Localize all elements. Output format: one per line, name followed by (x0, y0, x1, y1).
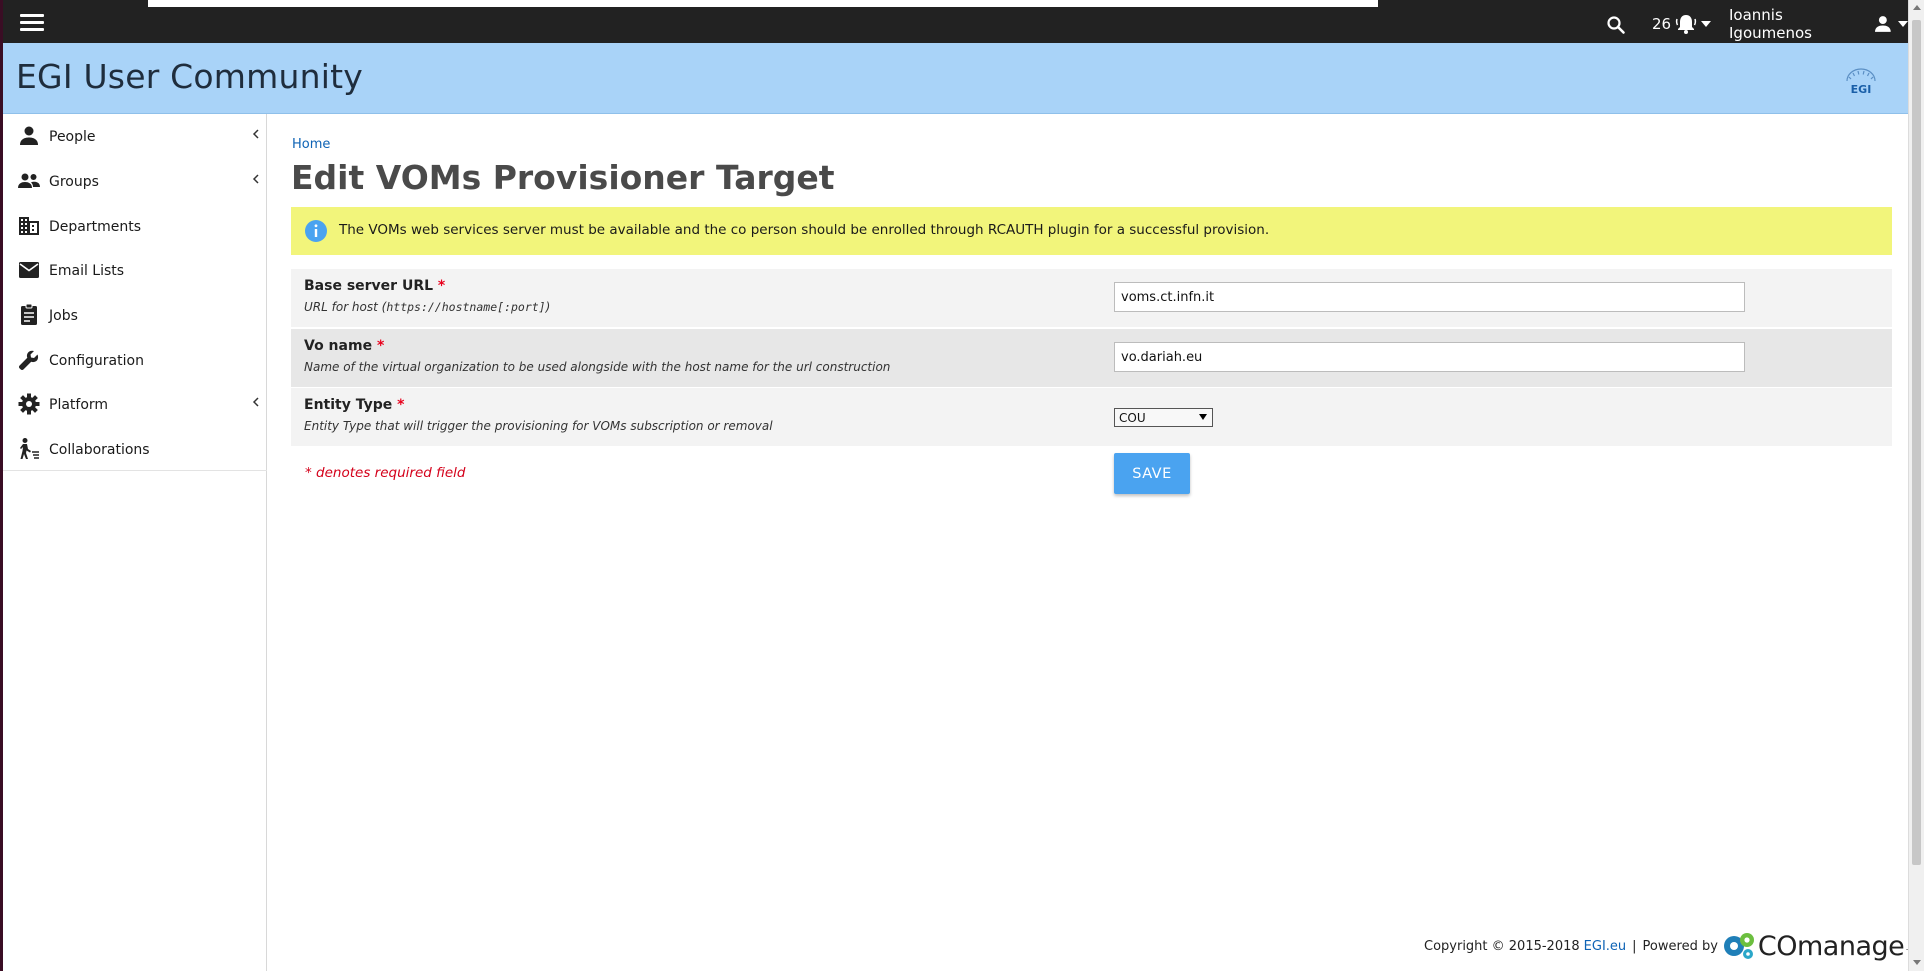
scroll-up-icon[interactable] (1913, 5, 1921, 10)
sidebar-item-label: Platform (49, 396, 109, 413)
dropdown-arrow-icon (1199, 414, 1207, 420)
chevron-left-icon[interactable] (251, 397, 261, 407)
field-label: Entity Type * (304, 397, 405, 413)
breadcrumb-home[interactable]: Home (292, 137, 330, 152)
page-title: Edit VOMs Provisioner Target (291, 158, 835, 197)
gear-icon (18, 393, 40, 415)
scroll-down-icon[interactable] (1913, 960, 1921, 965)
user-menu[interactable]: Ioannis Igoumenos (1729, 6, 1908, 42)
chevron-down-icon (1701, 21, 1712, 27)
egi-logo[interactable]: EGI (1841, 67, 1881, 97)
sidebar-item-label: Departments (49, 218, 142, 235)
footer-separator: | (1632, 938, 1637, 954)
building-icon (19, 217, 39, 235)
scrollbar-thumb[interactable] (1912, 20, 1921, 865)
sidebar-item-departments[interactable]: Departments (3, 204, 267, 249)
top-strip (148, 0, 1378, 7)
required-marker: * (376, 338, 385, 354)
selected-value: COU (1119, 410, 1146, 425)
collaboration-icon (20, 438, 39, 459)
sidebar-item-label: Jobs (49, 307, 78, 324)
groups-icon (18, 173, 40, 188)
info-text: The VOMs web services server must be ava… (339, 222, 1270, 238)
info-notice: The VOMs web services server must be ava… (291, 207, 1892, 255)
sidebar-item-jobs[interactable]: Jobs (3, 293, 267, 338)
field-row-entity-type: Entity Type * Entity Type that will trig… (291, 388, 1892, 446)
required-field-note: * denotes required field (305, 465, 466, 481)
field-description: Name of the virtual organization to be u… (304, 360, 891, 374)
copyright-text: Copyright © 2015-2018 (1424, 938, 1580, 954)
svg-text:EGI: EGI (1851, 83, 1872, 96)
powered-by-text: Powered by (1642, 938, 1718, 954)
clipboard-icon (21, 303, 37, 325)
sidebar-item-platform[interactable]: Platform (3, 382, 267, 427)
required-marker: * (397, 397, 405, 413)
sidebar-item-collaborations[interactable]: Collaborations (3, 427, 267, 472)
footer: Copyright © 2015-2018 EGI.eu | Powered b… (1424, 926, 1908, 966)
sidebar-nav: People Groups Departments Email Lists Jo… (3, 114, 267, 971)
sidebar-item-email-lists[interactable]: Email Lists (3, 248, 267, 293)
sidebar-item-people[interactable]: People (3, 114, 267, 159)
chevron-left-icon[interactable] (251, 174, 261, 184)
field-description: Entity Type that will trigger the provis… (304, 419, 773, 433)
user-icon (1875, 16, 1892, 32)
base-url-input[interactable] (1114, 282, 1745, 312)
person-icon (20, 126, 38, 145)
field-label: Vo name * (304, 338, 385, 354)
comanage-logo[interactable]: COmanage TM (1722, 931, 1908, 962)
comanage-text: COmanage (1757, 930, 1905, 962)
egi-link[interactable]: EGI.eu (1584, 939, 1627, 954)
main-content: Home Edit VOMs Provisioner Target The VO… (267, 114, 1908, 971)
sidebar-item-label: Collaborations (49, 441, 150, 458)
chevron-left-icon[interactable] (251, 129, 261, 139)
field-row-base-url: Base server URL * URL for host (https://… (291, 269, 1892, 327)
required-marker: * (437, 278, 446, 294)
sidebar-divider (3, 470, 267, 471)
sidebar-item-label: Configuration (49, 352, 144, 369)
envelope-icon (19, 262, 39, 278)
sidebar-item-label: People (49, 128, 96, 145)
site-header: EGI User Community EGI (3, 43, 1908, 114)
hamburger-menu-icon[interactable] (20, 14, 44, 32)
bell-icon (1675, 15, 1697, 34)
chevron-down-icon (1898, 21, 1908, 27)
field-description: URL for host (https://hostname[:port]) (304, 300, 551, 314)
info-icon (305, 220, 327, 242)
comanage-gears-icon (1723, 933, 1754, 959)
field-row-vo-name: Vo name * Name of the virtual organizati… (291, 329, 1892, 387)
vertical-scrollbar[interactable] (1908, 0, 1924, 971)
entity-type-select[interactable]: COU (1114, 408, 1213, 427)
sidebar-item-groups[interactable]: Groups (3, 159, 267, 204)
browser-page: 26 Ioannis Igoumenos EGI User Community (3, 0, 1908, 971)
vo-name-input[interactable] (1114, 342, 1745, 372)
notification-count: 26 (1652, 15, 1672, 33)
top-bar: 26 Ioannis Igoumenos (3, 0, 1908, 43)
sidebar-item-label: Groups (49, 173, 99, 190)
save-button[interactable]: SAVE (1114, 453, 1190, 494)
site-title[interactable]: EGI User Community (16, 57, 363, 96)
notifications-button[interactable]: 26 (1652, 13, 1712, 35)
sidebar-item-configuration[interactable]: Configuration (3, 338, 267, 383)
wrench-icon (18, 350, 39, 371)
user-name: Ioannis Igoumenos (1729, 6, 1812, 42)
field-label: Base server URL * (304, 278, 446, 294)
sidebar-item-label: Email Lists (49, 262, 125, 279)
search-icon[interactable] (1606, 15, 1626, 35)
